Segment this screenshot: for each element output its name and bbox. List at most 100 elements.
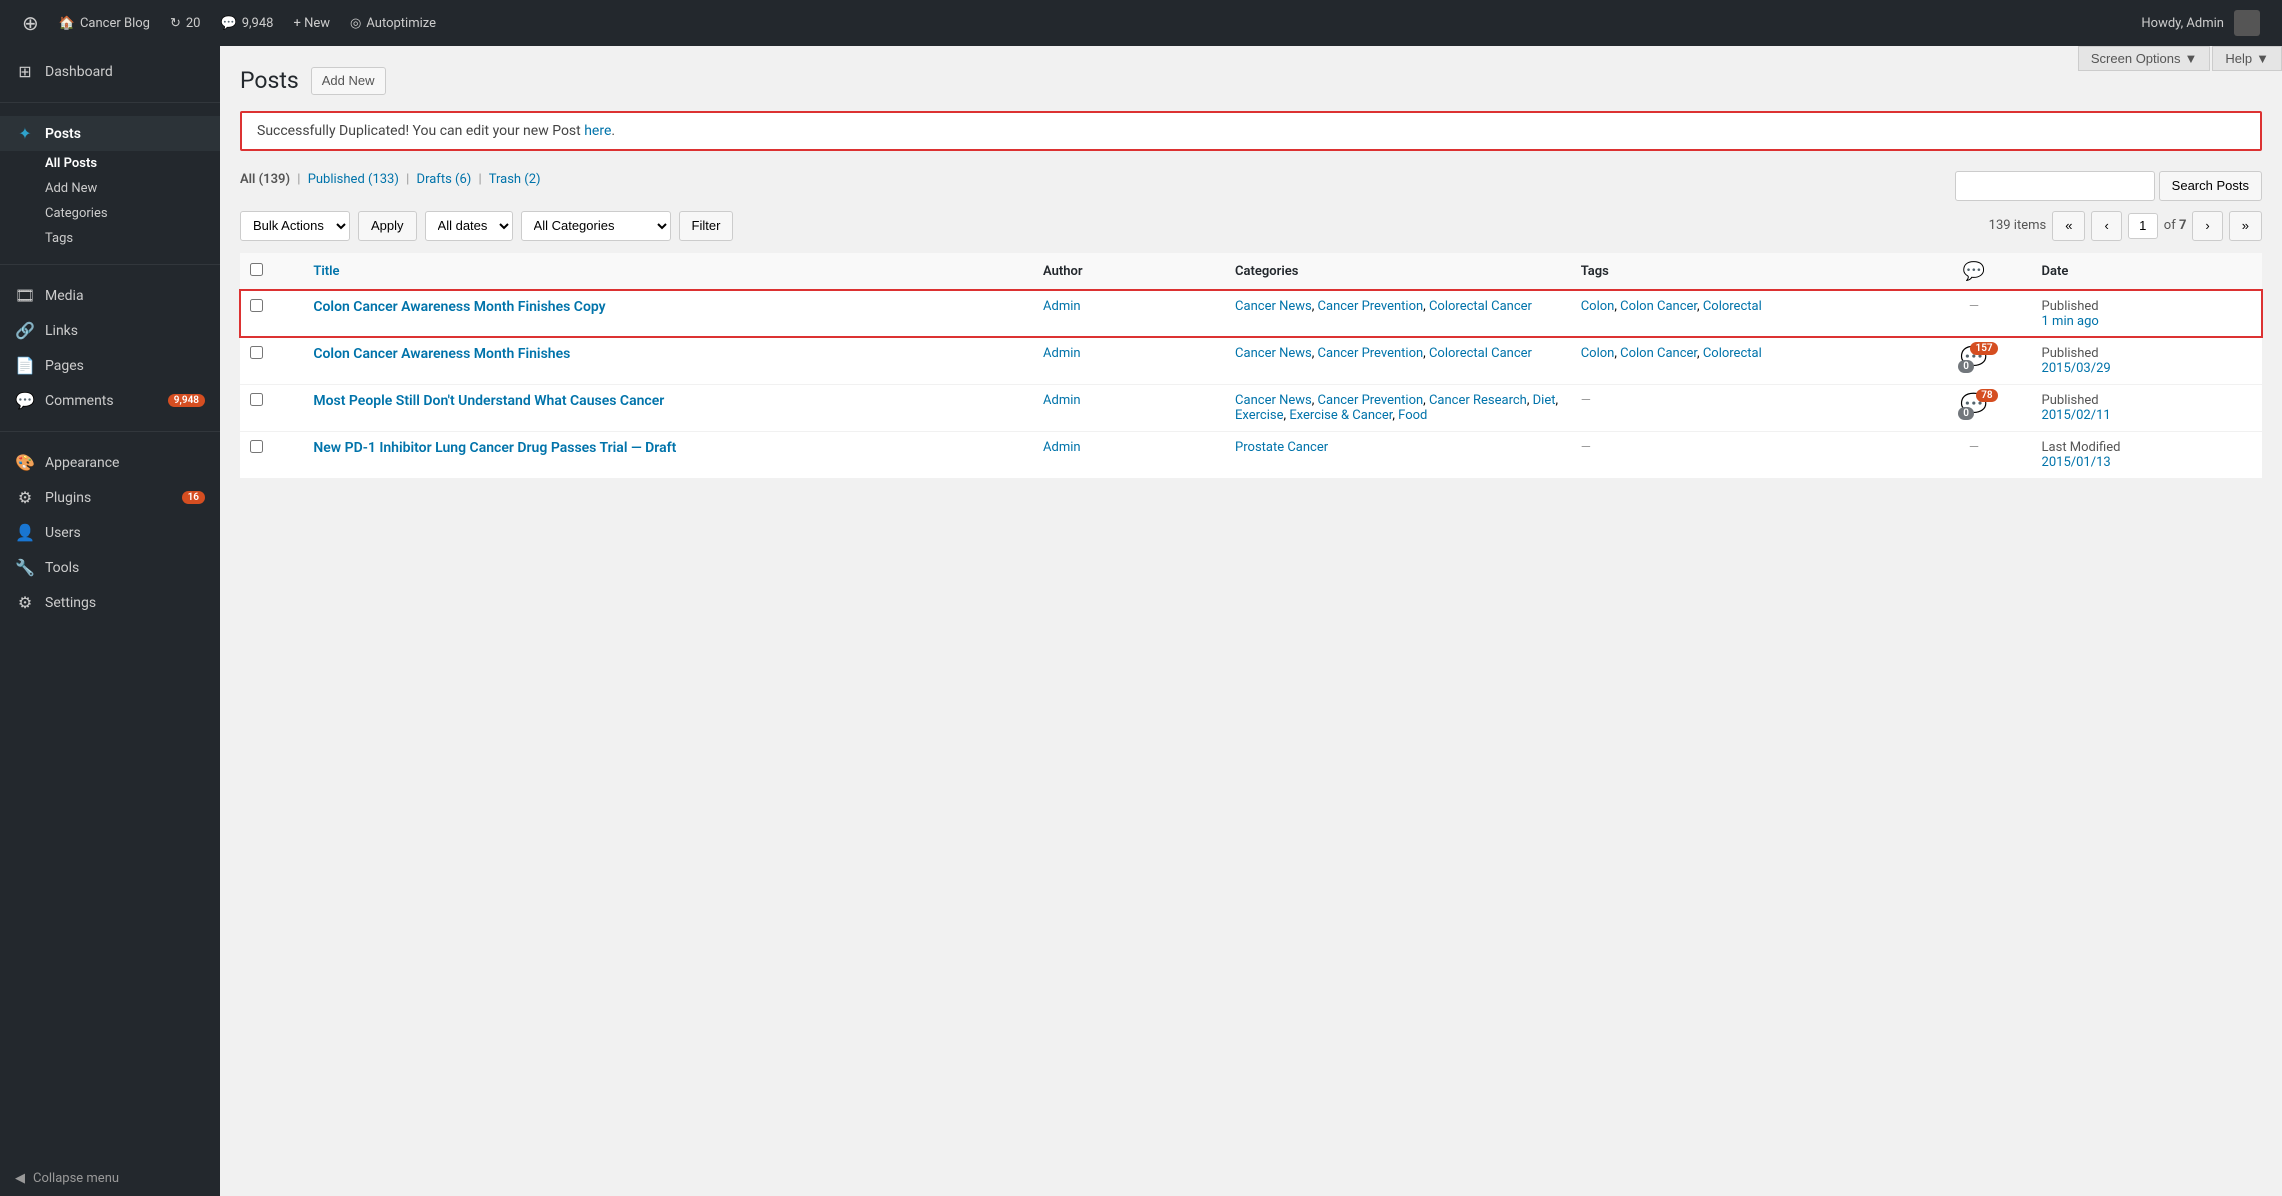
help-button[interactable]: Help ▼ xyxy=(2212,46,2282,71)
page-input[interactable] xyxy=(2128,213,2158,239)
post-title-link[interactable]: Colon Cancer Awareness Month Finishes xyxy=(313,346,570,362)
screen-options-button[interactable]: Screen Options ▼ xyxy=(2078,46,2210,71)
home-icon: 🏠 xyxy=(59,16,75,31)
post-category-link[interactable]: Cancer News xyxy=(1235,346,1312,361)
post-tag-link[interactable]: Colorectal xyxy=(1703,299,1762,314)
row-checkbox[interactable] xyxy=(250,393,263,406)
howdy[interactable]: Howdy, Admin xyxy=(2131,0,2270,46)
sidebar-item-users[interactable]: 👤 Users xyxy=(0,515,220,550)
em-dash: — xyxy=(1581,440,1591,455)
sidebar-item-settings[interactable]: ⚙ Settings xyxy=(0,585,220,620)
page-title-bar: Posts Add New xyxy=(240,66,2262,96)
filter-all[interactable]: All (139) xyxy=(240,172,290,187)
sidebar-sub-all-posts[interactable]: All Posts xyxy=(45,151,220,176)
sidebar-item-dashboard[interactable]: ⊞ Dashboard xyxy=(0,54,220,89)
filter-trash[interactable]: Trash (2) xyxy=(489,172,541,187)
post-tag-link[interactable]: Colon xyxy=(1581,346,1615,361)
post-title-link[interactable]: Colon Cancer Awareness Month Finishes Co… xyxy=(313,299,605,315)
select-all-checkbox[interactable] xyxy=(250,263,263,276)
sidebar-item-plugins[interactable]: ⚙ Plugins 16 xyxy=(0,480,220,515)
post-category-link[interactable]: Exercise xyxy=(1235,408,1283,423)
sidebar-sub-categories[interactable]: Categories xyxy=(45,201,220,226)
filter-drafts[interactable]: Drafts (6) xyxy=(417,172,472,187)
add-new-button[interactable]: Add New xyxy=(311,67,386,95)
post-category-link[interactable]: Cancer Prevention xyxy=(1318,299,1424,314)
post-category-link[interactable]: Cancer News xyxy=(1235,393,1312,408)
filter-button[interactable]: Filter xyxy=(679,211,734,241)
date-label: Published xyxy=(2042,346,2099,361)
sidebar-item-posts[interactable]: ✦ Posts xyxy=(0,116,220,151)
date-value[interactable]: 1 min ago xyxy=(2042,314,2252,329)
post-tag-link[interactable]: Colon Cancer xyxy=(1620,299,1697,314)
next-page-button[interactable]: › xyxy=(2192,211,2222,241)
comment-col-icon: 💬 xyxy=(1963,261,1985,282)
search-input[interactable] xyxy=(1955,171,2155,201)
updates-icon: ↻ xyxy=(170,16,181,31)
site-name[interactable]: 🏠 Cancer Blog xyxy=(49,0,160,46)
autoptimize[interactable]: ◎ Autoptimize xyxy=(340,0,446,46)
comment-approved-count: 0 xyxy=(1958,360,1974,373)
filter-published[interactable]: Published (133) xyxy=(308,172,399,187)
post-category-link[interactable]: Cancer Prevention xyxy=(1318,346,1424,361)
date-col-header: Date xyxy=(2032,253,2262,291)
sidebar-item-links[interactable]: 🔗 Links xyxy=(0,313,220,348)
comments-col-header: 💬 xyxy=(1916,253,2031,291)
row-checkbox[interactable] xyxy=(250,346,263,359)
sidebar-sub-tags[interactable]: Tags xyxy=(45,226,220,251)
updates[interactable]: ↻ 20 xyxy=(160,0,211,46)
plugins-icon: ⚙ xyxy=(15,488,35,507)
post-author-link[interactable]: Admin xyxy=(1043,346,1081,361)
post-category-link[interactable]: Diet xyxy=(1533,393,1556,408)
post-author-link[interactable]: Admin xyxy=(1043,393,1081,408)
sidebar-item-media[interactable]: 🎞 Media xyxy=(0,278,220,313)
posts-icon: ✦ xyxy=(15,124,35,143)
post-category-link[interactable]: Colorectal Cancer xyxy=(1429,346,1532,361)
table-row: Colon Cancer Awareness Month Finishes Adm… xyxy=(240,337,2262,384)
collapse-menu[interactable]: ◀ Collapse menu xyxy=(0,1161,220,1196)
post-author-link[interactable]: Admin xyxy=(1043,299,1081,314)
comment-count: 💬0157 xyxy=(1960,346,1987,371)
post-title-link[interactable]: Most People Still Don't Understand What … xyxy=(313,393,664,409)
title-sort[interactable]: Title xyxy=(313,264,339,279)
comments-adminbar[interactable]: 💬 9,948 xyxy=(211,0,284,46)
row-checkbox[interactable] xyxy=(250,299,263,312)
sidebar-sub-add-new[interactable]: Add New xyxy=(45,176,220,201)
post-tag-link[interactable]: Colorectal xyxy=(1703,346,1762,361)
post-category-link[interactable]: Food xyxy=(1398,408,1427,423)
notice-bar: Successfully Duplicated! You can edit yo… xyxy=(240,111,2262,151)
post-category-link[interactable]: Cancer Prevention xyxy=(1318,393,1424,408)
wp-logo[interactable]: ⊕ xyxy=(12,0,49,46)
search-posts-button[interactable]: Search Posts xyxy=(2159,171,2262,201)
post-tag-link[interactable]: Colon Cancer xyxy=(1620,346,1697,361)
post-category-link[interactable]: Colorectal Cancer xyxy=(1429,299,1532,314)
sidebar-item-appearance[interactable]: 🎨 Appearance xyxy=(0,445,220,480)
prev-page-button[interactable]: ‹ xyxy=(2091,211,2121,241)
chevron-down-icon: ▼ xyxy=(2185,51,2198,66)
dashboard-icon: ⊞ xyxy=(15,62,35,81)
date-value[interactable]: 2015/03/29 xyxy=(2042,361,2252,376)
post-author-link[interactable]: Admin xyxy=(1043,440,1081,455)
date-value[interactable]: 2015/01/13 xyxy=(2042,455,2252,470)
apply-button[interactable]: Apply xyxy=(358,211,417,241)
post-category-link[interactable]: Prostate Cancer xyxy=(1235,440,1328,455)
post-title-link[interactable]: New PD-1 Inhibitor Lung Cancer Drug Pass… xyxy=(313,440,676,456)
sidebar-item-tools[interactable]: 🔧 Tools xyxy=(0,550,220,585)
dates-filter[interactable]: All dates xyxy=(425,211,513,241)
sidebar-item-pages[interactable]: 📄 Pages xyxy=(0,348,220,383)
post-tag-link[interactable]: Colon xyxy=(1581,299,1615,314)
post-category-link[interactable]: Cancer News xyxy=(1235,299,1312,314)
new-content[interactable]: + New xyxy=(283,0,340,46)
sidebar-item-comments[interactable]: 💬 Comments 9,948 xyxy=(0,383,220,418)
chevron-down-icon-help: ▼ xyxy=(2256,51,2269,66)
last-page-button[interactable]: » xyxy=(2229,211,2262,241)
notice-here-link[interactable]: here xyxy=(584,123,611,139)
date-value[interactable]: 2015/02/11 xyxy=(2042,408,2252,423)
post-category-link[interactable]: Cancer Research xyxy=(1429,393,1527,408)
media-icon: 🎞 xyxy=(15,286,35,305)
comment-approved-count: 0 xyxy=(1958,407,1974,420)
categories-filter[interactable]: All Categories xyxy=(521,211,671,241)
first-page-button[interactable]: « xyxy=(2052,211,2085,241)
post-category-link[interactable]: Exercise & Cancer xyxy=(1289,408,1392,423)
bulk-actions-select[interactable]: Bulk Actions xyxy=(240,211,350,241)
row-checkbox[interactable] xyxy=(250,440,263,453)
